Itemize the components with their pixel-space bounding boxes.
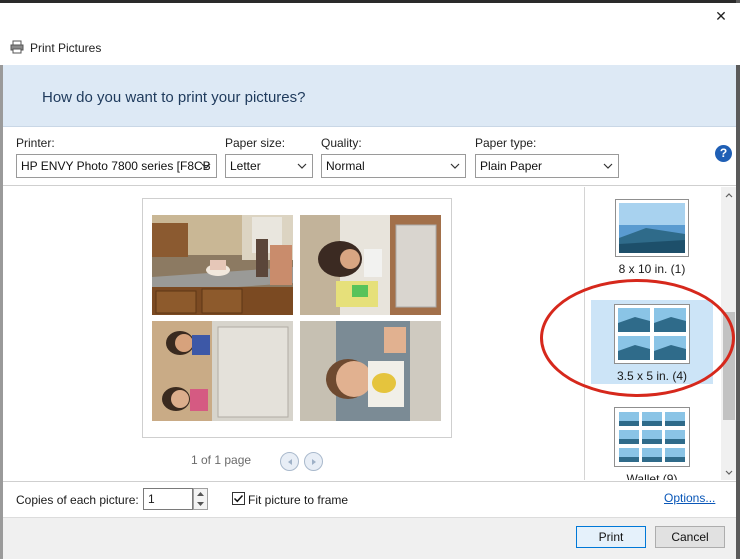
print-options-row: Printer: HP ENVY Photo 7800 series [F8CB…	[3, 128, 736, 186]
layout-list: 8 x 10 in. (1) 3.5 x 5 in. (4) Wallet (9…	[584, 187, 736, 480]
title-bar: Print Pictures	[0, 3, 740, 65]
preview-photo-women	[152, 321, 293, 421]
printer-label: Printer:	[16, 136, 55, 150]
preview-photo-kitchen	[152, 215, 293, 315]
header-band: How do you want to print your pictures?	[3, 65, 736, 127]
layout-scrollbar[interactable]	[721, 187, 736, 480]
layout-thumb-wallet	[614, 407, 690, 467]
paper-size-value: Letter	[230, 159, 261, 173]
printer-icon	[10, 40, 24, 54]
layout-item-3x5[interactable]: 3.5 x 5 in. (4)	[591, 300, 713, 384]
options-link[interactable]: Options...	[664, 491, 715, 505]
copies-input[interactable]: 1	[143, 488, 193, 510]
background-edge-right	[736, 0, 740, 559]
layout-item-wallet[interactable]: Wallet (9)	[591, 407, 713, 480]
printer-value: HP ENVY Photo 7800 series [F8CB	[21, 159, 211, 173]
scroll-up-button[interactable]	[721, 187, 736, 203]
fit-to-frame-label[interactable]: Fit picture to frame	[248, 493, 348, 507]
chevron-right-icon	[311, 458, 316, 465]
stepper-up-icon[interactable]	[194, 489, 207, 499]
page-indicator: 1 of 1 page	[191, 453, 252, 467]
checkmark-icon	[233, 494, 244, 503]
preview-photo-girl	[300, 215, 441, 315]
paper-type-select[interactable]: Plain Paper	[475, 154, 619, 178]
chevron-down-icon	[449, 155, 461, 177]
layout-label-8x10: 8 x 10 in. (1)	[618, 262, 686, 276]
paper-type-label: Paper type:	[475, 136, 537, 150]
chevron-left-icon	[287, 458, 292, 465]
help-icon[interactable]: ?	[715, 145, 732, 162]
chevron-down-icon	[296, 155, 308, 177]
layout-label-wallet: Wallet (9)	[626, 472, 678, 480]
paper-size-select[interactable]: Letter	[225, 154, 313, 178]
window-title: Print Pictures	[30, 41, 102, 55]
quality-value: Normal	[326, 159, 365, 173]
cancel-button[interactable]: Cancel	[655, 526, 725, 548]
stepper-down-icon[interactable]	[194, 499, 207, 509]
copies-stepper[interactable]	[193, 488, 208, 510]
layout-label-3x5: 3.5 x 5 in. (4)	[616, 369, 688, 383]
print-button[interactable]: Print	[576, 526, 646, 548]
preview-area: 1 of 1 page	[3, 187, 583, 480]
header-question: How do you want to print your pictures?	[42, 89, 306, 106]
paper-type-value: Plain Paper	[480, 159, 543, 173]
next-page-button[interactable]	[304, 452, 323, 471]
close-button[interactable]: ✕	[706, 3, 736, 29]
copies-row: Copies of each picture: 1 Fit picture to…	[3, 481, 736, 517]
copies-label: Copies of each picture:	[16, 493, 139, 507]
layout-item-8x10[interactable]: 8 x 10 in. (1)	[591, 199, 713, 281]
scroll-thumb[interactable]	[723, 312, 735, 420]
chevron-up-icon	[725, 192, 733, 197]
chevron-down-icon	[200, 155, 212, 177]
printer-select[interactable]: HP ENVY Photo 7800 series [F8CB	[16, 154, 217, 178]
scroll-down-button[interactable]	[721, 464, 736, 480]
previous-page-button[interactable]	[280, 452, 299, 471]
fit-to-frame-checkbox[interactable]	[232, 492, 245, 505]
layout-thumb-8x10	[615, 199, 689, 257]
dialog-footer: Print Cancel	[3, 517, 736, 559]
close-icon: ✕	[715, 7, 727, 24]
quality-label: Quality:	[321, 136, 362, 150]
paper-size-label: Paper size:	[225, 136, 286, 150]
chevron-down-icon	[725, 470, 733, 475]
preview-photo-boy	[300, 321, 441, 421]
quality-select[interactable]: Normal	[321, 154, 466, 178]
chevron-down-icon	[602, 155, 614, 177]
layout-thumb-3x5	[614, 304, 690, 364]
preview-page	[142, 198, 452, 438]
